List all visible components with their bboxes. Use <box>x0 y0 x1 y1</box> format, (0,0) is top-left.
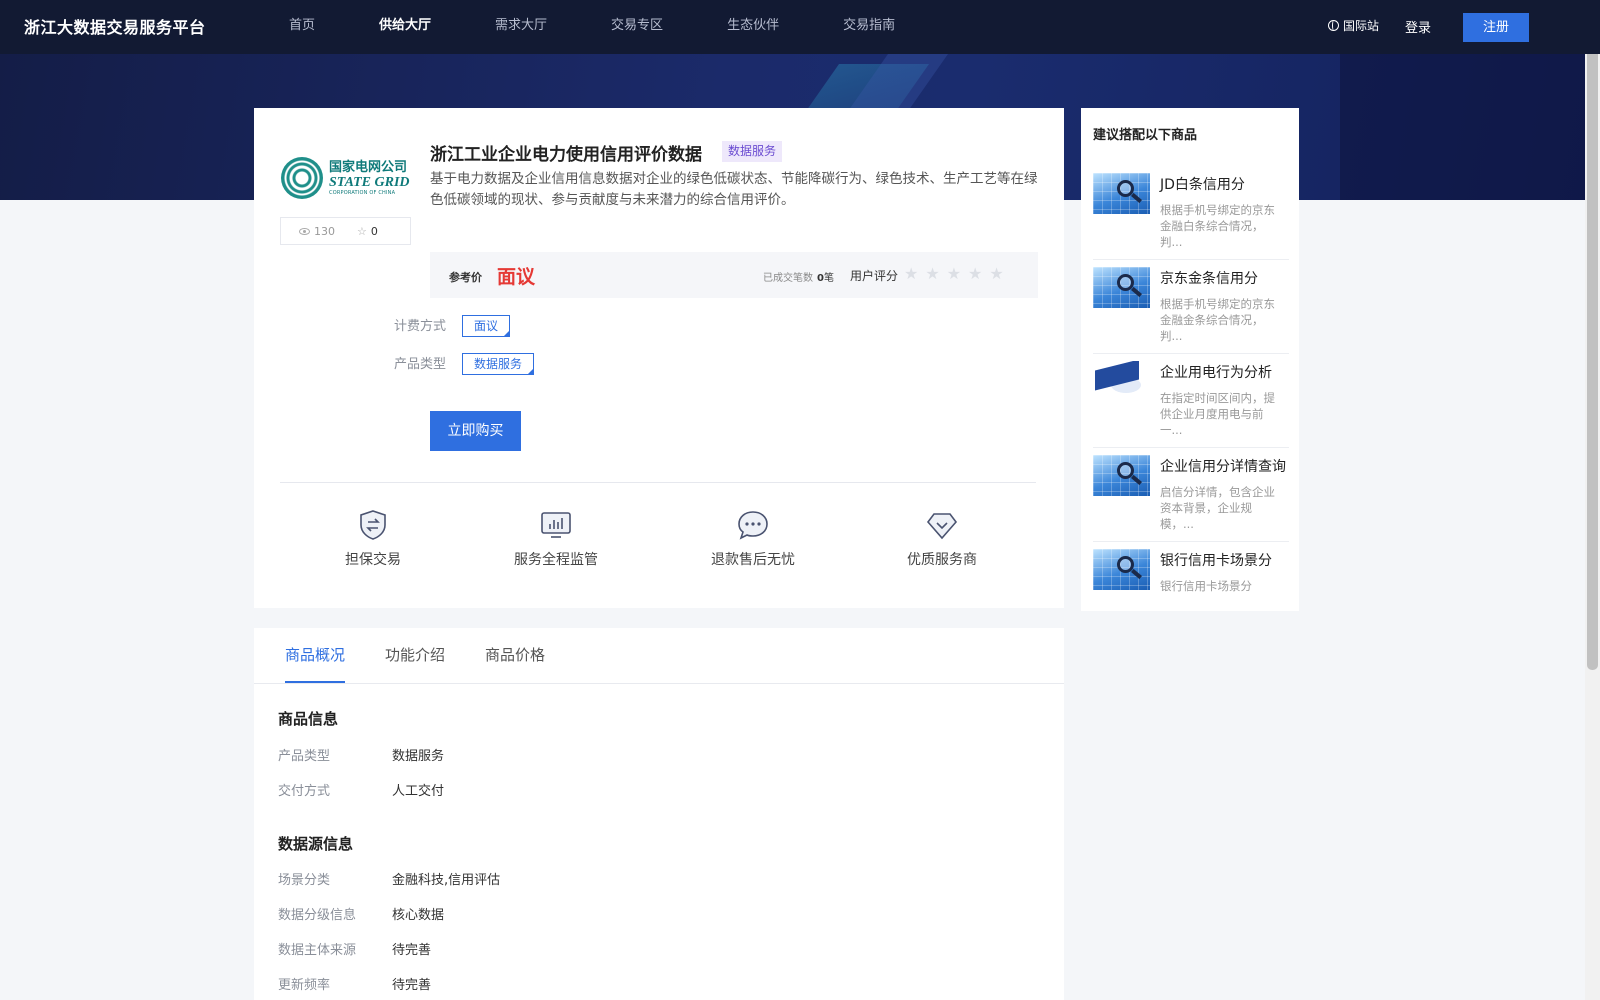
tab-pricing[interactable]: 商品价格 <box>485 628 545 683</box>
nav-demand-hall[interactable]: 需求大厅 <box>478 0 564 54</box>
recommended-products: 建议搭配以下商品 JD白条信用分 根据手机号绑定的京东金融白条综合情况，判...… <box>1081 108 1299 611</box>
detail-tabs: 商品概况 功能介绍 商品价格 <box>285 628 585 683</box>
divider <box>280 482 1036 483</box>
monitor-chart-icon <box>539 508 573 542</box>
magnifier-chart-icon <box>1093 549 1150 590</box>
chat-bubble-icon <box>736 508 770 542</box>
price-panel: 参考价 面议 已成交笔数 0笔 用户评分 ★★★★★ <box>430 252 1038 298</box>
tab-overview[interactable]: 商品概况 <box>285 628 346 683</box>
tabs-divider <box>254 683 1064 684</box>
rating-stars[interactable]: ★★★★★ <box>904 264 1011 283</box>
rating-label: 用户评分 <box>850 269 899 283</box>
product-detail-card: 商品概况 功能介绍 商品价格 商品信息 产品类型 数据服务 交付方式 人工交付 … <box>254 628 1064 1000</box>
top-navbar: 浙江大数据交易服务平台 首页 供给大厅 需求大厅 交易专区 生态伙伴 交易指南 … <box>0 0 1600 54</box>
scrollbar-thumb[interactable] <box>1587 0 1598 670</box>
nav-trade-guide[interactable]: 交易指南 <box>826 0 912 54</box>
product-type-option[interactable]: 数据服务 <box>462 353 535 375</box>
recommended-item[interactable]: 企业信用分详情查询 启信分详情，包含企业资本背景，企业规模，... <box>1093 448 1289 542</box>
graduation-cap-icon <box>1093 361 1150 402</box>
intl-site-label: 国际站 <box>1343 19 1380 33</box>
info-value: 待完善 <box>392 978 432 993</box>
info-key: 数据分级信息 <box>278 908 357 923</box>
recommended-item[interactable]: JD白条信用分 根据手机号绑定的京东金融白条综合情况，判... <box>1093 166 1289 260</box>
guarantee-quality: 优质服务商 <box>907 508 977 569</box>
register-button[interactable]: 注册 <box>1463 13 1529 42</box>
info-key: 场景分类 <box>278 873 331 888</box>
deals-count: 0笔 <box>817 273 834 284</box>
info-value: 核心数据 <box>392 908 445 923</box>
billing-method-option[interactable]: 面议 <box>462 315 511 337</box>
nav-supply-hall[interactable]: 供给大厅 <box>362 0 448 54</box>
state-grid-emblem-icon <box>281 157 323 199</box>
info-value: 金融科技,信用评估 <box>392 873 501 888</box>
info-value: 待完善 <box>392 943 432 958</box>
info-key: 更新频率 <box>278 978 331 993</box>
nav-home[interactable]: 首页 <box>272 0 332 54</box>
diamond-icon <box>925 508 959 542</box>
service-guarantees: 担保交易 服务全程监管 退款售后无忧 优质服务商 <box>280 508 1036 588</box>
product-stats: 130 ☆ 0 <box>280 217 411 245</box>
info-value: 人工交付 <box>392 784 445 799</box>
page-scrollbar[interactable] <box>1585 0 1600 1000</box>
deals-label: 已成交笔数 <box>763 273 813 284</box>
product-card: 国家电网公司 STATE GRID CORPORATION OF CHINA 1… <box>254 108 1064 608</box>
info-value: 数据服务 <box>392 749 445 764</box>
product-type-label: 产品类型 <box>394 357 447 372</box>
section-title-product-info: 商品信息 <box>278 710 339 728</box>
vendor-logo: 国家电网公司 STATE GRID CORPORATION OF CHINA <box>281 153 411 203</box>
main-nav: 首页 供给大厅 需求大厅 交易专区 生态伙伴 交易指南 <box>272 0 942 54</box>
price-label: 参考价 <box>449 271 482 284</box>
recommended-item[interactable]: 京东金条信用分 根据手机号绑定的京东金融金条综合情况，判... <box>1093 260 1289 354</box>
guarantee-supervision: 服务全程监管 <box>514 508 598 569</box>
site-logo[interactable]: 浙江大数据交易服务平台 <box>24 14 206 38</box>
billing-method-label: 计费方式 <box>394 319 447 334</box>
product-title: 浙江工业企业电力使用信用评价数据 <box>430 145 702 165</box>
view-count: 130 <box>299 225 335 238</box>
recommended-item[interactable]: 银行信用卡场景分 银行信用卡场景分 <box>1093 542 1289 636</box>
section-title-data-source: 数据源信息 <box>278 835 354 853</box>
star-outline-icon: ☆ <box>357 224 367 238</box>
tab-features[interactable]: 功能介绍 <box>385 628 445 683</box>
info-key: 数据主体来源 <box>278 943 357 958</box>
intl-site-link[interactable]: 国际站 <box>1328 17 1379 34</box>
eye-icon <box>299 227 310 235</box>
guarantee-escrow: 担保交易 <box>345 508 401 569</box>
favorite-count[interactable]: ☆ 0 <box>357 225 378 238</box>
globe-icon <box>1328 20 1339 31</box>
recommended-item[interactable]: 企业用电行为分析 在指定时间区间内，提供企业月度用电与前一... <box>1093 354 1289 448</box>
nav-trade-zone[interactable]: 交易专区 <box>594 0 680 54</box>
price-value: 面议 <box>497 266 536 288</box>
product-description: 基于电力数据及企业信用信息数据对企业的绿色低碳状态、节能降碳行为、绿色技术、生产… <box>430 171 1038 208</box>
magnifier-chart-icon <box>1093 267 1150 308</box>
magnifier-chart-icon <box>1093 173 1150 214</box>
login-link[interactable]: 登录 <box>1405 17 1431 36</box>
product-category-badge: 数据服务 <box>722 141 783 162</box>
nav-eco-partners[interactable]: 生态伙伴 <box>710 0 796 54</box>
info-key: 产品类型 <box>278 749 331 764</box>
info-key: 交付方式 <box>278 784 331 799</box>
buy-now-button[interactable]: 立即购买 <box>430 411 521 451</box>
magnifier-chart-icon <box>1093 455 1150 496</box>
shield-exchange-icon <box>356 508 390 542</box>
guarantee-refund: 退款售后无忧 <box>711 508 795 569</box>
sidebar-title: 建议搭配以下商品 <box>1093 128 1198 143</box>
